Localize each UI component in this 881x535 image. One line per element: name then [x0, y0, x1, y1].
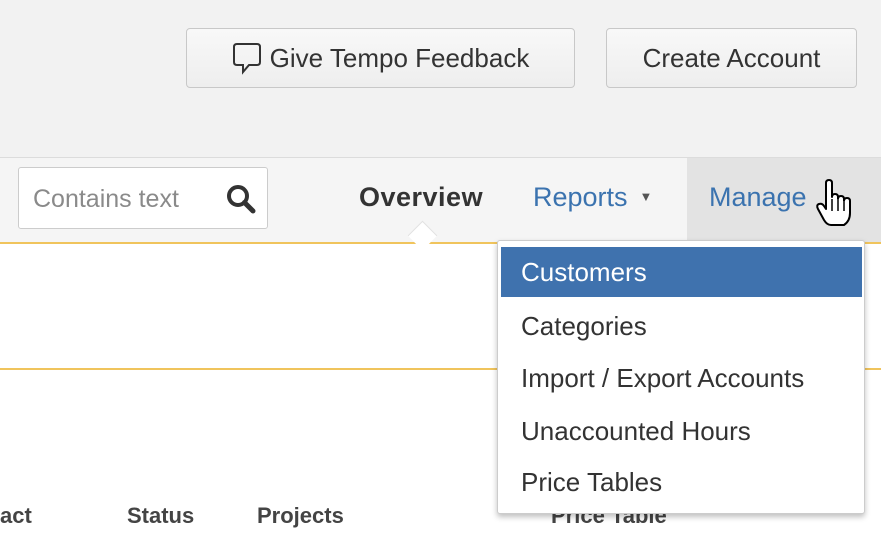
nav-manage[interactable]: Manage: [687, 158, 881, 242]
menu-item-unaccounted-hours[interactable]: Unaccounted Hours: [501, 406, 862, 456]
speech-bubble-icon: [232, 41, 262, 75]
column-header-projects[interactable]: Projects: [257, 503, 344, 529]
menu-item-import-export-accounts[interactable]: Import / Export Accounts: [501, 353, 862, 403]
navigation-bar: Overview Reports ▼ Manage: [0, 158, 881, 244]
nav-manage-label: Manage: [709, 182, 807, 212]
column-header-contact[interactable]: act: [0, 503, 32, 529]
create-account-label: Create Account: [642, 42, 821, 73]
give-feedback-button[interactable]: Give Tempo Feedback: [186, 28, 575, 88]
nav-reports[interactable]: Reports ▼: [533, 182, 652, 213]
create-account-button[interactable]: Create Account: [606, 28, 857, 88]
hand-pointer-icon: [815, 178, 851, 233]
search-input[interactable]: [31, 179, 225, 219]
caret-down-icon: ▼: [639, 189, 653, 204]
menu-item-categories[interactable]: Categories: [501, 301, 862, 351]
manage-dropdown-menu: Customers Categories Import / Export Acc…: [497, 240, 865, 514]
search-box: [18, 167, 268, 229]
give-feedback-label: Give Tempo Feedback: [269, 42, 530, 73]
top-action-bar: Give Tempo Feedback Create Account: [0, 0, 881, 158]
search-icon[interactable]: [225, 183, 257, 220]
menu-item-price-tables[interactable]: Price Tables: [501, 457, 862, 507]
nav-reports-label: Reports: [533, 182, 628, 212]
menu-item-customers[interactable]: Customers: [501, 247, 862, 297]
column-header-status[interactable]: Status: [127, 503, 194, 529]
nav-overview[interactable]: Overview: [359, 182, 483, 213]
